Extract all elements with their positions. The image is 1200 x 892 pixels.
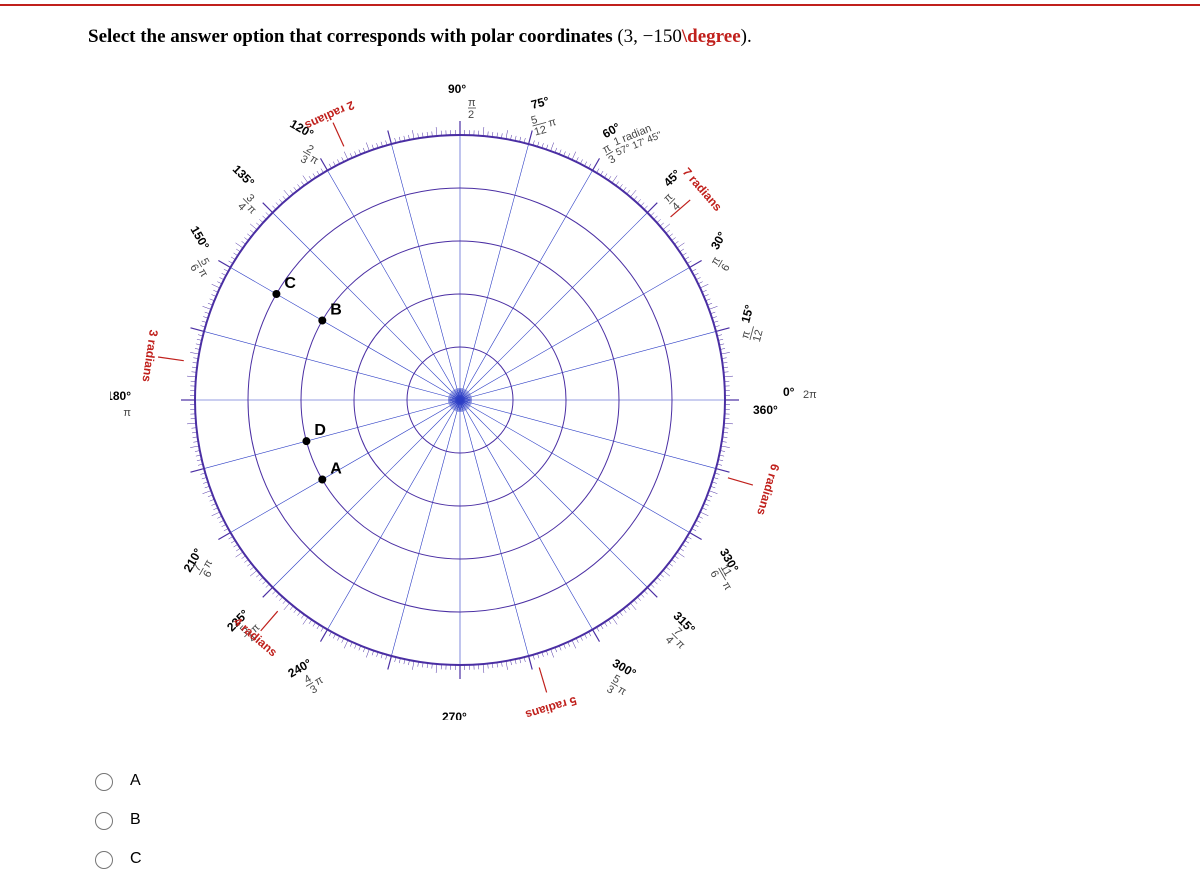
top-rule (0, 4, 1200, 6)
svg-text:30°: 30° (708, 229, 729, 252)
latex-degree-error: \degree (682, 26, 741, 47)
svg-text:D: D (314, 422, 326, 439)
svg-text:180°: 180° (110, 389, 131, 403)
radio-C[interactable] (95, 851, 113, 869)
svg-text:3: 3 (605, 683, 616, 696)
svg-text:240°: 240° (285, 656, 314, 681)
svg-text:2π: 2π (803, 389, 817, 401)
svg-text:12: 12 (533, 124, 548, 139)
svg-text:4 radians: 4 radians (231, 614, 280, 659)
svg-text:π: π (720, 580, 734, 593)
polar-chart: 0°2π360°15°π1230°π645°π460°π375°512π90°π… (110, 80, 870, 720)
option-B-label: B (130, 811, 141, 829)
svg-text:6 radians: 6 radians (754, 462, 782, 517)
svg-text:2 radians: 2 radians (303, 98, 357, 133)
svg-text:75°: 75° (530, 94, 551, 112)
svg-text:6: 6 (707, 569, 720, 580)
svg-text:π: π (673, 638, 687, 652)
option-B[interactable]: B (90, 809, 142, 830)
option-C-label: C (130, 850, 142, 868)
svg-text:6: 6 (201, 569, 214, 580)
svg-text:12: 12 (751, 328, 766, 343)
question-suffix: ). (741, 26, 752, 47)
svg-text:360°: 360° (753, 403, 778, 417)
svg-text:6: 6 (719, 262, 732, 273)
svg-text:2: 2 (468, 109, 474, 121)
svg-text:15°: 15° (738, 303, 756, 324)
svg-text:π: π (547, 116, 558, 130)
svg-text:B: B (330, 302, 342, 319)
option-A-label: A (130, 772, 141, 790)
svg-text:270°: 270° (442, 710, 467, 720)
svg-text:150°: 150° (188, 223, 213, 252)
svg-text:7 radians: 7 radians (680, 165, 725, 214)
option-C[interactable]: C (90, 848, 142, 869)
svg-text:A: A (330, 461, 342, 478)
question-prefix: Select the answer option that correspond… (88, 26, 617, 47)
radio-B[interactable] (95, 812, 113, 830)
svg-text:135°: 135° (230, 162, 258, 190)
radio-A[interactable] (95, 773, 113, 791)
question-text: Select the answer option that correspond… (88, 26, 752, 48)
svg-text:90°: 90° (448, 82, 466, 96)
answer-options: A B C (90, 770, 142, 869)
svg-text:0°: 0° (783, 385, 795, 399)
svg-text:π: π (123, 407, 131, 419)
svg-text:45°: 45° (661, 167, 684, 190)
svg-text:3: 3 (298, 153, 309, 166)
svg-text:π: π (468, 97, 476, 109)
svg-text:5 radians: 5 radians (524, 694, 579, 720)
svg-text:C: C (284, 275, 296, 292)
option-A[interactable]: A (90, 770, 142, 791)
question-coords: (3, −150 (617, 26, 682, 47)
svg-text:3 radians: 3 radians (139, 329, 160, 383)
